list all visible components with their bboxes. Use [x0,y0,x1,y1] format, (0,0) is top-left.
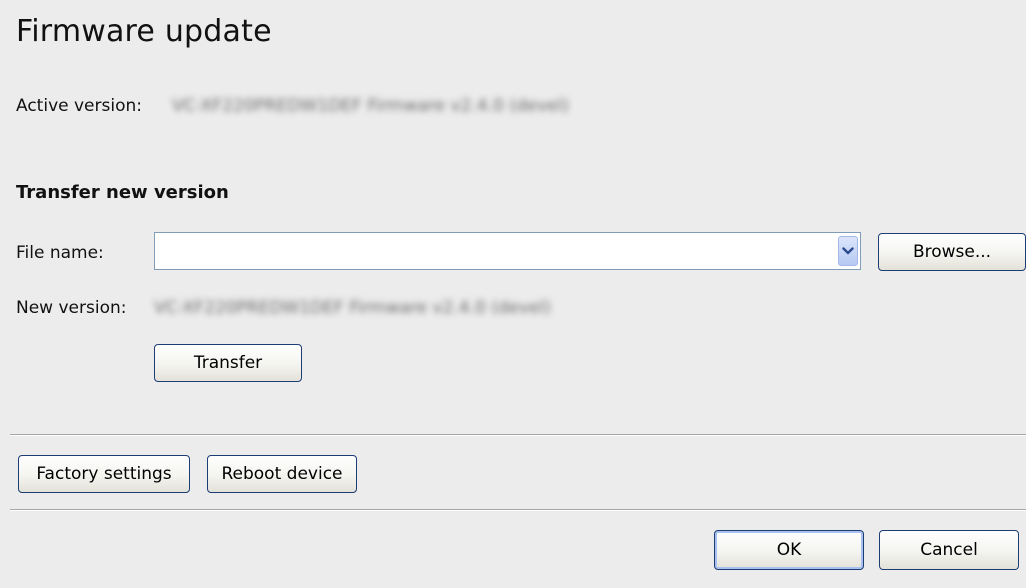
cancel-button[interactable]: Cancel [879,530,1019,570]
new-version-label: New version: [16,298,127,318]
browse-button[interactable]: Browse... [878,233,1026,271]
transfer-button[interactable]: Transfer [154,344,302,382]
chevron-down-icon [842,247,854,255]
file-name-input[interactable] [155,233,835,269]
active-version-label: Active version: [16,96,142,116]
section-heading: Transfer new version [16,182,229,203]
reboot-device-button[interactable]: Reboot device [207,455,357,493]
divider-bottom [10,509,1026,511]
file-name-label: File name: [16,243,104,263]
dropdown-button[interactable] [838,236,858,266]
file-name-combobox[interactable] [154,232,861,270]
active-version-value: VC-XF220PREDW1DEF Firmware v2.4.0 (devel… [172,96,569,116]
new-version-value: VC-XF220PREDW1DEF Firmware v2.4.0 (devel… [154,298,551,318]
firmware-update-dialog: Firmware update Active version: VC-XF220… [0,0,1026,588]
dialog-title: Firmware update [16,14,272,49]
ok-button[interactable]: OK [714,530,864,570]
divider-top [10,434,1026,436]
factory-settings-button[interactable]: Factory settings [18,455,190,493]
